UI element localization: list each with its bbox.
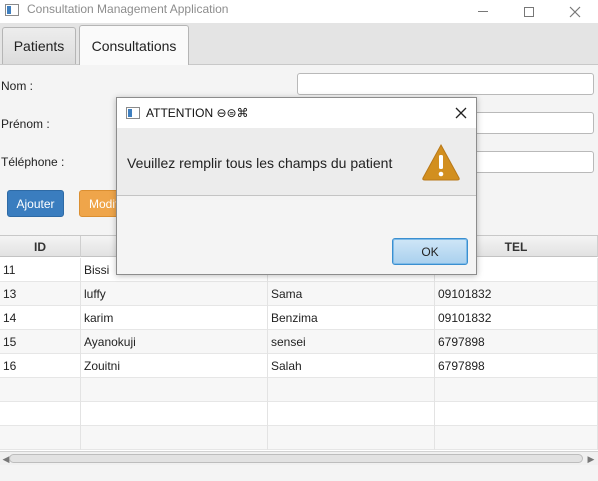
app-window-icon [5,4,19,16]
cell-empty [268,378,435,402]
close-icon [569,6,581,17]
scroll-right-icon[interactable]: ▶ [585,453,597,465]
cell-empty [268,402,435,426]
close-window-button[interactable] [552,0,598,23]
close-icon [455,107,467,119]
table-row-empty [0,402,598,426]
cell-nom: karim [81,306,268,330]
dialog-titlebar: ATTENTION ⊖⊜⌘ [117,98,476,128]
cell-empty [435,426,598,450]
ok-button[interactable]: OK [392,238,468,265]
scrollbar-thumb[interactable] [9,454,583,463]
cell-id: 13 [0,282,81,306]
cell-prenom: Sama [268,282,435,306]
cell-prenom: sensei [268,330,435,354]
minimize-button[interactable] [460,0,506,23]
nom-label: Nom : [1,79,34,93]
cell-tel: 09101832 [435,306,598,330]
minimize-icon [478,11,488,12]
tab-consultations[interactable]: Consultations [79,25,189,65]
cell-nom: Ayanokuji [81,330,268,354]
table-row[interactable]: 16 Zouitni Salah 6797898 [0,354,598,378]
cell-empty [268,426,435,450]
window-titlebar: Consultation Management Application [0,0,598,23]
cell-empty [81,402,268,426]
cell-tel: 6797898 [435,354,598,378]
cell-id: 15 [0,330,81,354]
table-row[interactable]: 14 karim Benzima 09101832 [0,306,598,330]
maximize-button[interactable] [506,0,552,23]
cell-tel: 6797898 [435,330,598,354]
cell-id: 11 [0,258,81,282]
horizontal-scrollbar[interactable]: ◀ ▶ [0,451,598,465]
cell-id: 14 [0,306,81,330]
cell-empty [0,426,81,450]
cell-nom: Zouitni [81,354,268,378]
cell-empty [435,378,598,402]
maximize-icon [524,6,534,17]
table-row[interactable]: 13 luffy Sama 09101832 [0,282,598,306]
window-title: Consultation Management Application [27,2,229,16]
cell-prenom: Benzima [268,306,435,330]
cell-tel: 09101832 [435,282,598,306]
dialog-title: ATTENTION ⊖⊜⌘ [146,106,249,120]
tab-patients[interactable]: Patients [2,27,76,64]
telephone-label: Téléphone : [1,155,65,169]
nom-input[interactable] [297,73,594,95]
column-header-id[interactable]: ID [0,236,81,257]
cell-prenom: Salah [268,354,435,378]
prenom-label: Prénom : [1,117,50,131]
table-row-empty [0,378,598,402]
cell-id: 16 [0,354,81,378]
warning-dialog: ATTENTION ⊖⊜⌘ Veuillez remplir tous les … [116,97,477,275]
cell-empty [81,378,268,402]
tab-bar: Patients Consultations [0,23,598,65]
table-row[interactable]: 15 Ayanokuji sensei 6797898 [0,330,598,354]
dialog-message: Veuillez remplir tous les champs du pati… [127,155,393,171]
cell-empty [81,426,268,450]
dialog-close-button[interactable] [450,102,472,124]
cell-empty [435,402,598,426]
table-row-empty [0,426,598,450]
dialog-window-icon [126,107,140,119]
warning-icon [422,143,460,181]
add-button[interactable]: Ajouter [7,190,64,217]
cell-nom: luffy [81,282,268,306]
cell-empty [0,378,81,402]
cell-empty [0,402,81,426]
dialog-header: Veuillez remplir tous les champs du pati… [117,128,476,196]
